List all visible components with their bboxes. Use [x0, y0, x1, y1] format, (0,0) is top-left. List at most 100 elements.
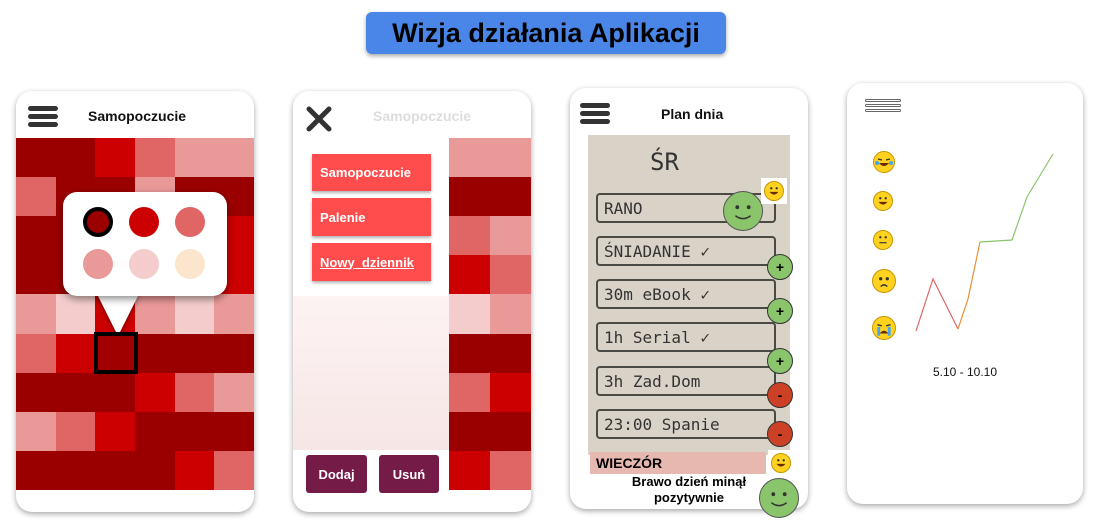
calendar-cell[interactable] — [214, 333, 254, 373]
mood-line-low — [915, 277, 959, 332]
plan-row: 23:00 Spanie — [596, 409, 776, 439]
menu-panel-fade — [293, 296, 449, 450]
add-button[interactable]: Dodaj — [306, 455, 367, 493]
calendar-cell — [490, 333, 531, 373]
screen-title: Plan dnia — [661, 106, 724, 122]
add-task-button[interactable]: + — [767, 298, 793, 324]
calendar-cell — [490, 372, 531, 412]
color-picker-popup — [63, 192, 227, 296]
calendar-cell[interactable] — [95, 372, 135, 412]
calendar-cell[interactable] — [135, 333, 175, 373]
calendar-cell — [449, 372, 490, 412]
add-task-button[interactable]: + — [767, 348, 793, 374]
swatch-light-pink[interactable] — [129, 249, 159, 279]
calendar-cell[interactable] — [55, 372, 96, 412]
mood-line-high — [979, 153, 1054, 243]
menu-icon[interactable] — [580, 103, 610, 125]
calendar-cell — [490, 450, 531, 490]
grin-emoji-icon — [768, 450, 794, 476]
swatch-dark-red-selected[interactable] — [83, 207, 113, 237]
summary-line: pozytywnie — [653, 490, 725, 505]
calendar-cell[interactable] — [55, 333, 96, 373]
mood-trend-chart — [915, 153, 1054, 332]
calendar-cell — [449, 294, 490, 334]
calendar-cell[interactable] — [55, 411, 96, 451]
positive-smiley-icon — [723, 191, 763, 231]
calendar-cell[interactable] — [174, 411, 215, 451]
calendar-cell — [490, 216, 531, 256]
calendar-cell[interactable] — [16, 255, 56, 295]
calendar-cell — [449, 255, 490, 295]
calendar-cell[interactable] — [135, 138, 175, 178]
screen-title-faded: Samopoczucie — [373, 108, 472, 124]
calendar-cell[interactable] — [135, 372, 175, 412]
calendar-cell[interactable] — [214, 372, 254, 412]
calendar-cell — [490, 255, 531, 295]
calendar-cell — [490, 294, 531, 334]
remove-task-button[interactable]: - — [767, 382, 793, 408]
calendar-cell[interactable] — [55, 450, 96, 490]
calendar-cell — [490, 138, 531, 178]
plan-row: 30m eBook ✓ — [596, 279, 776, 309]
plan-row: 3h Zad.Dom — [596, 366, 776, 396]
calendar-cell[interactable] — [214, 138, 254, 178]
calendar-cell[interactable] — [16, 333, 56, 373]
positive-smiley-icon — [759, 478, 799, 518]
color-picker-pointer — [96, 292, 140, 336]
calendar-cell[interactable] — [95, 411, 135, 451]
plan-row: 1h Serial ✓ — [596, 322, 776, 352]
calendar-cell — [449, 333, 490, 373]
calendar-cell[interactable] — [174, 450, 215, 490]
calendar-cell — [490, 411, 531, 451]
calendar-cell[interactable] — [174, 372, 215, 412]
grin-emoji-icon — [761, 178, 787, 204]
remove-task-button[interactable]: - — [767, 421, 793, 447]
close-icon[interactable] — [306, 106, 332, 132]
calendar-cell — [449, 411, 490, 451]
menu-item-nowy-dziennik[interactable]: Nowy_dziennik — [312, 243, 431, 281]
calendar-cell[interactable] — [214, 411, 254, 451]
day-label: ŚR — [650, 148, 679, 176]
swatch-light-red[interactable] — [175, 207, 205, 237]
swatch-peach[interactable] — [175, 249, 205, 279]
add-task-button[interactable]: + — [767, 254, 793, 280]
calendar-cell[interactable] — [135, 411, 175, 451]
calendar-cell — [449, 216, 490, 256]
calendar-cell[interactable] — [55, 294, 96, 334]
calendar-cell[interactable] — [16, 138, 56, 178]
remove-button[interactable]: Usuń — [379, 455, 439, 493]
calendar-cell[interactable] — [16, 216, 56, 256]
menu-icon[interactable] — [28, 106, 58, 128]
evening-label: WIECZÓR — [590, 452, 766, 474]
mood-line-mid — [957, 241, 981, 330]
calendar-cell[interactable] — [55, 138, 96, 178]
calendar-cell — [449, 450, 490, 490]
calendar-cell[interactable] — [95, 138, 135, 178]
plan-row: ŚNIADANIE ✓ — [596, 236, 776, 266]
selected-day-cell[interactable] — [94, 332, 138, 374]
calendar-cell[interactable] — [95, 450, 135, 490]
screen-title: Samopoczucie — [88, 108, 187, 124]
calendar-cell[interactable] — [16, 294, 56, 334]
calendar-cell[interactable] — [16, 411, 56, 451]
calendar-cell[interactable] — [16, 372, 56, 412]
calendar-cell[interactable] — [135, 294, 175, 334]
calendar-cell[interactable] — [214, 450, 254, 490]
summary-message: Brawo dzień minął pozytywnie — [612, 474, 766, 506]
swatch-red[interactable] — [129, 207, 159, 237]
menu-item-samopoczucie[interactable]: Samopoczucie — [312, 154, 431, 191]
calendar-cell[interactable] — [214, 294, 254, 334]
calendar-cell[interactable] — [174, 333, 215, 373]
calendar-cell — [449, 138, 490, 178]
calendar-cell[interactable] — [174, 294, 215, 334]
calendar-cell[interactable] — [16, 177, 56, 217]
calendar-cell — [449, 177, 490, 217]
menu-item-palenie[interactable]: Palenie — [312, 198, 431, 236]
calendar-cell[interactable] — [135, 450, 175, 490]
mood-calendar-grid-background — [449, 138, 531, 490]
calendar-cell[interactable] — [174, 138, 215, 178]
swatch-pink[interactable] — [83, 249, 113, 279]
calendar-cell[interactable] — [16, 450, 56, 490]
calendar-cell — [490, 177, 531, 217]
summary-line: Brawo dzień minął — [631, 474, 747, 489]
